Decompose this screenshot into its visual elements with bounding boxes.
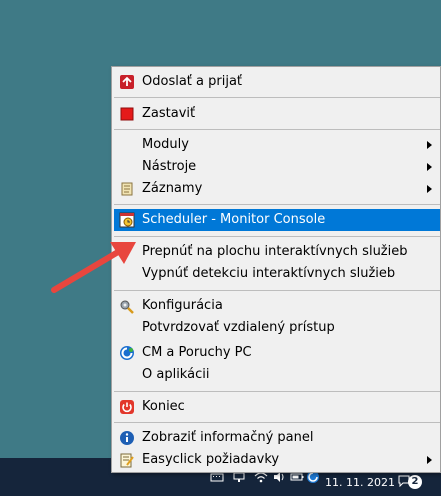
menu-item-tools[interactable]: Nástroje [114, 156, 440, 178]
menu-item-switch-interactive-desktop[interactable]: Prepnúť na plochu interaktívnych služieb [114, 241, 440, 263]
notification-count: 2 [408, 475, 422, 489]
log-scroll-icon [121, 182, 133, 196]
exit-power-icon [120, 400, 134, 414]
menu-item-modules[interactable]: Moduly [114, 134, 440, 156]
submenu-arrow-icon [427, 163, 432, 171]
info-icon [120, 431, 134, 445]
menu-item-easyclick-requests[interactable]: Easyclick požiadavky [114, 449, 440, 471]
cm-globe-icon [120, 346, 134, 360]
notepad-edit-icon [120, 453, 134, 468]
menu-item-show-info-panel[interactable]: Zobraziť informačný panel [114, 427, 440, 449]
menu-item-about[interactable]: O aplikácii [114, 364, 440, 386]
stop-icon [120, 107, 134, 121]
menu-separator [114, 97, 440, 98]
menu-separator [114, 204, 440, 205]
taskbar-date[interactable]: 11. 11. 2021 [325, 476, 395, 489]
annotation-arrow-icon [51, 242, 136, 293]
menu-item-configuration[interactable]: Konfigurácia [114, 295, 440, 317]
menu-item-cm-and-pc-faults[interactable]: CM a Poruchy PC [114, 342, 440, 364]
submenu-arrow-icon [427, 456, 432, 464]
menu-item-disable-interactive-detection[interactable]: Vypnúť detekciu interaktívnych služieb [114, 263, 440, 285]
menu-separator [114, 129, 440, 130]
menu-separator [114, 290, 440, 291]
menu-item-logs[interactable]: Záznamy [114, 178, 440, 200]
menu-item-scheduler-monitor-console[interactable]: Scheduler - Monitor Console [114, 209, 440, 231]
send-receive-icon [120, 75, 134, 89]
scheduler-icon [119, 212, 135, 228]
menu-item-send-receive[interactable]: Odoslať a prijať [114, 71, 440, 93]
menu-item-stop[interactable]: Zastaviť [114, 103, 440, 125]
menu-item-confirm-remote-access[interactable]: Potvrdzovať vzdialený prístup [114, 317, 440, 339]
menu-separator [114, 236, 440, 237]
context-menu: Odoslať a prijať Zastaviť Moduly Nástroj… [111, 66, 441, 473]
menu-separator [114, 422, 440, 423]
submenu-arrow-icon [427, 141, 432, 149]
submenu-arrow-icon [427, 185, 432, 193]
menu-item-exit[interactable]: Koniec [114, 396, 440, 418]
menu-separator [114, 391, 440, 392]
notification-center-button[interactable]: 2 [398, 474, 424, 490]
